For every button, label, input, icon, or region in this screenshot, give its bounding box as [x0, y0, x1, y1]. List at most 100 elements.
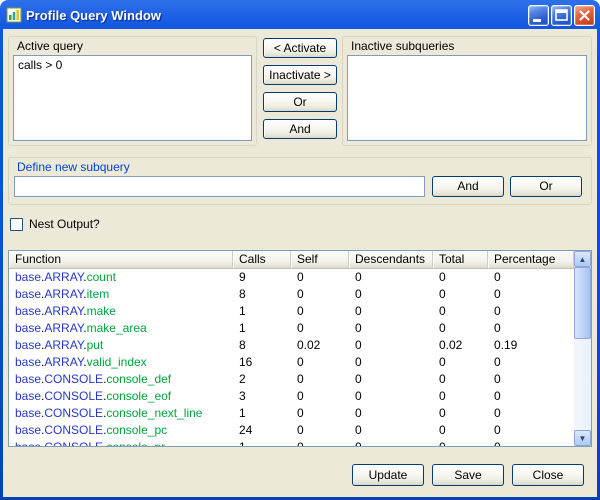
cell-value: 0 — [291, 286, 349, 303]
cell-value: 0 — [433, 303, 488, 320]
function-name: base.ARRAY.item — [9, 286, 233, 303]
column-header-descendants[interactable]: Descendants — [349, 251, 433, 268]
cell-value: 0 — [349, 320, 433, 337]
save-button[interactable]: Save — [432, 464, 504, 486]
function-name: base.CONSOLE.console_eof — [9, 388, 233, 405]
active-query-item[interactable]: calls > 0 — [14, 56, 251, 74]
update-button[interactable]: Update — [352, 464, 424, 486]
cell-value: 0 — [433, 354, 488, 371]
nest-output-row: Nest Output? — [10, 217, 100, 231]
function-name: base.CONSOLE.console_next_line — [9, 405, 233, 422]
cell-value: 0 — [349, 337, 433, 354]
function-name: base.CONSOLE.console_pc — [9, 422, 233, 439]
cell-value: 9 — [233, 269, 291, 286]
window-title: Profile Query Window — [26, 8, 526, 23]
minimize-button[interactable] — [528, 5, 549, 26]
profile-query-window: Profile Query Window Active query calls … — [0, 0, 600, 500]
cell-value: 0 — [349, 422, 433, 439]
minimize-icon — [529, 6, 548, 25]
column-header-calls[interactable]: Calls — [233, 251, 291, 268]
cell-value: 0 — [349, 371, 433, 388]
results-table: Function Calls Self Descendants Total Pe… — [8, 250, 592, 447]
table-row[interactable]: base.ARRAY.count90000 — [9, 269, 574, 286]
cell-value: 3 — [233, 388, 291, 405]
cell-value: 0 — [433, 439, 488, 446]
table-header: Function Calls Self Descendants Total Pe… — [9, 251, 574, 269]
cell-value: 0 — [291, 405, 349, 422]
or-transfer-button[interactable]: Or — [263, 92, 337, 112]
table-row[interactable]: base.CONSOLE.console_next_line10000 — [9, 405, 574, 422]
active-query-label: Active query — [9, 37, 256, 53]
cell-value: 0 — [349, 405, 433, 422]
cell-value: 0 — [291, 320, 349, 337]
table-row[interactable]: base.CONSOLE.console_def20000 — [9, 371, 574, 388]
cell-value: 0 — [349, 388, 433, 405]
table-row[interactable]: base.ARRAY.put80.0200.020.19 — [9, 337, 574, 354]
close-button[interactable] — [574, 5, 595, 26]
function-name: base.CONSOLE.console_def — [9, 371, 233, 388]
subquery-input[interactable] — [14, 176, 425, 197]
app-icon — [6, 7, 22, 23]
table-scrollbar[interactable]: ▲ ▼ — [574, 251, 591, 446]
cell-value: 24 — [233, 422, 291, 439]
maximize-button[interactable] — [551, 5, 572, 26]
cell-value: 0.02 — [433, 337, 488, 354]
client-area: Active query calls > 0 < Activate Inacti… — [3, 29, 597, 497]
scroll-down-button[interactable]: ▼ — [574, 430, 591, 446]
function-name: base.ARRAY.make_area — [9, 320, 233, 337]
cell-value: 0 — [488, 269, 574, 286]
inactive-subqueries-group: Inactive subqueries — [342, 36, 592, 146]
cell-value: 0 — [488, 422, 574, 439]
cell-value: 0 — [349, 439, 433, 446]
cell-value: 8 — [233, 337, 291, 354]
cell-value: 0 — [433, 320, 488, 337]
nest-output-checkbox[interactable] — [10, 218, 23, 231]
cell-value: 0 — [433, 371, 488, 388]
nest-output-label: Nest Output? — [29, 217, 100, 231]
cell-value: 0 — [291, 439, 349, 446]
cell-value: 0 — [433, 286, 488, 303]
and-transfer-button[interactable]: And — [263, 119, 337, 139]
column-header-function[interactable]: Function — [9, 251, 233, 268]
function-name: base.ARRAY.valid_index — [9, 354, 233, 371]
cell-value: 8 — [233, 286, 291, 303]
cell-value: 2 — [233, 371, 291, 388]
cell-value: 0 — [488, 405, 574, 422]
column-header-percentage[interactable]: Percentage — [488, 251, 574, 268]
table-row[interactable]: base.ARRAY.make10000 — [9, 303, 574, 320]
table-row[interactable]: base.CONSOLE.console_eof30000 — [9, 388, 574, 405]
activate-button[interactable]: < Activate — [263, 38, 337, 58]
active-query-list[interactable]: calls > 0 — [13, 55, 252, 141]
scroll-thumb[interactable] — [574, 267, 591, 339]
maximize-icon — [552, 6, 571, 25]
or-subquery-button[interactable]: Or — [510, 176, 582, 197]
column-header-self[interactable]: Self — [291, 251, 349, 268]
title-bar[interactable]: Profile Query Window — [6, 3, 595, 27]
inactivate-button[interactable]: Inactivate > — [263, 65, 337, 85]
function-name: base.ARRAY.count — [9, 269, 233, 286]
cell-value: 0.02 — [291, 337, 349, 354]
cell-value: 1 — [233, 439, 291, 446]
cell-value: 0 — [488, 388, 574, 405]
cell-value: 16 — [233, 354, 291, 371]
table-row[interactable]: base.ARRAY.make_area10000 — [9, 320, 574, 337]
table-row[interactable]: base.ARRAY.item80000 — [9, 286, 574, 303]
cell-value: 0 — [349, 286, 433, 303]
cell-value: 0 — [349, 303, 433, 320]
cell-value: 0 — [433, 422, 488, 439]
table-body: base.ARRAY.count90000base.ARRAY.item8000… — [9, 269, 574, 446]
close-action-button[interactable]: Close — [512, 464, 584, 486]
table-row[interactable]: base.CONSOLE.console_pc240000 — [9, 422, 574, 439]
cell-value: 0 — [488, 303, 574, 320]
cell-value: 0.19 — [488, 337, 574, 354]
cell-value: 0 — [349, 354, 433, 371]
cell-value: 0 — [488, 354, 574, 371]
table-row[interactable]: base.ARRAY.valid_index160000 — [9, 354, 574, 371]
scroll-up-button[interactable]: ▲ — [574, 251, 591, 267]
cell-value: 0 — [291, 269, 349, 286]
and-subquery-button[interactable]: And — [432, 176, 504, 197]
column-header-total[interactable]: Total — [433, 251, 488, 268]
cell-value: 0 — [433, 388, 488, 405]
inactive-subqueries-list[interactable] — [347, 55, 587, 141]
table-row[interactable]: base.CONSOLE.console_pr10000 — [9, 439, 574, 446]
